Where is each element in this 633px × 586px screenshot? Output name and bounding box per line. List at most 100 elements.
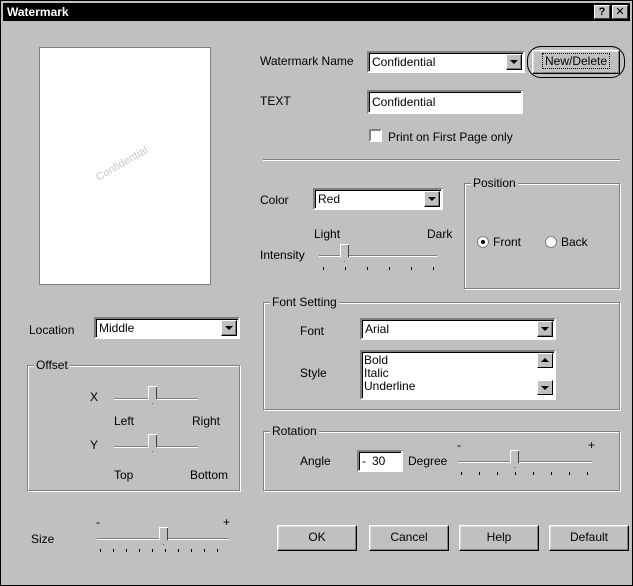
tick (389, 267, 390, 270)
style-listbox[interactable]: Bold Italic Underline (360, 350, 556, 400)
intensity-dark-label: Dark (427, 227, 453, 241)
tick (533, 472, 534, 475)
scroll-up-icon[interactable] (537, 353, 553, 368)
tick (497, 472, 498, 475)
angle-input[interactable]: - 30 (357, 450, 403, 472)
new-delete-button[interactable]: New/Delete (532, 50, 620, 74)
scroll-down-icon[interactable] (537, 380, 553, 395)
tick (461, 472, 462, 475)
watermark-preview: Confidential (39, 47, 211, 285)
tick (569, 472, 570, 475)
style-label: Style (300, 366, 327, 380)
offset-y-top: Top (114, 468, 134, 482)
front-label: Front (493, 235, 522, 249)
tick (165, 549, 166, 552)
tick (217, 549, 218, 552)
watermark-name-value: Confidential (372, 55, 436, 69)
first-page-only-label: Print on First Page only (388, 130, 513, 144)
tick (204, 549, 205, 552)
title-bar[interactable]: Watermark ? ✕ (3, 3, 630, 21)
preview-watermark-text: Confidential (93, 144, 151, 184)
tick (113, 549, 114, 552)
tick (178, 549, 179, 552)
watermark-name-combo[interactable]: Confidential (367, 51, 525, 73)
offset-x-thumb[interactable] (148, 386, 157, 404)
help-button[interactable]: ? (594, 5, 610, 19)
rotation-title: Rotation (270, 424, 319, 438)
size-label: Size (31, 532, 55, 546)
default-button[interactable]: Default (549, 525, 629, 551)
intensity-light-label: Light (314, 227, 341, 241)
watermark-dialog: Watermark ? ✕ Confidential Watermark Nam… (0, 0, 633, 586)
rotation-group: Rotation Angle - 30 Degree - + (263, 424, 620, 491)
intensity-track[interactable] (319, 255, 437, 257)
rotation-thumb[interactable] (510, 450, 519, 468)
angle-sign: - (362, 454, 366, 468)
color-combo[interactable]: Red (313, 188, 443, 210)
tick (587, 472, 588, 475)
offset-x-label: X (90, 390, 99, 404)
close-button[interactable]: ✕ (612, 5, 628, 19)
back-label: Back (561, 235, 588, 249)
tick (479, 472, 480, 475)
angle-label: Angle (300, 454, 331, 468)
tick (100, 549, 101, 552)
help-dialog-button[interactable]: Help (459, 525, 539, 551)
front-radio[interactable] (477, 236, 489, 248)
text-input-value: Confidential (372, 95, 436, 109)
location-combo[interactable]: Middle (94, 317, 240, 339)
offset-y-label: Y (90, 438, 99, 452)
font-setting-title: Font Setting (270, 295, 339, 309)
tick (367, 267, 368, 270)
font-label: Font (300, 324, 325, 338)
separator (263, 159, 620, 161)
offset-title: Offset (34, 358, 70, 372)
list-item[interactable]: Underline (364, 380, 415, 393)
tick (126, 549, 127, 552)
offset-group: Offset X Left Right Y Top Bottom (27, 358, 240, 491)
tick (345, 267, 346, 270)
cancel-button[interactable]: Cancel (369, 525, 449, 551)
tick (551, 472, 552, 475)
chevron-down-icon[interactable] (221, 320, 237, 336)
close-icon: ✕ (615, 6, 625, 18)
offset-x-right: Right (192, 414, 221, 428)
tick (191, 549, 192, 552)
font-setting-group: Font Setting Font Arial Style Bold Itali… (263, 295, 620, 410)
size-thumb[interactable] (159, 527, 168, 545)
watermark-name-label: Watermark Name (260, 54, 354, 68)
tick (411, 267, 412, 270)
tick (152, 549, 153, 552)
rotation-plus: + (588, 438, 596, 452)
window-title: Watermark (7, 5, 69, 19)
size-minus: - (96, 515, 100, 529)
chevron-down-icon[interactable] (424, 191, 440, 207)
intensity-label: Intensity (260, 248, 305, 262)
ok-button[interactable]: OK (277, 525, 357, 551)
intensity-thumb[interactable] (340, 244, 349, 262)
chevron-down-icon[interactable] (537, 321, 553, 337)
font-value: Arial (365, 322, 390, 336)
chevron-down-icon[interactable] (506, 54, 522, 70)
tick (433, 267, 434, 270)
rotation-minus: - (457, 438, 461, 452)
position-title: Position (471, 176, 518, 190)
tick (139, 549, 140, 552)
font-combo[interactable]: Arial (360, 318, 556, 340)
offset-y-bottom: Bottom (190, 468, 229, 482)
color-label: Color (260, 193, 289, 207)
degree-label: Degree (408, 454, 448, 468)
tick (515, 472, 516, 475)
offset-y-thumb[interactable] (148, 434, 157, 452)
text-input[interactable]: Confidential (367, 90, 523, 114)
offset-x-left: Left (114, 414, 135, 428)
rotation-track[interactable] (458, 461, 592, 463)
text-label: TEXT (260, 94, 291, 108)
first-page-only-checkbox[interactable] (369, 129, 382, 142)
back-radio[interactable] (545, 236, 557, 248)
tick (323, 267, 324, 270)
location-value: Middle (99, 321, 135, 335)
angle-value: 30 (372, 454, 386, 468)
position-group: Position Front Back (464, 176, 620, 289)
location-label: Location (29, 323, 75, 337)
